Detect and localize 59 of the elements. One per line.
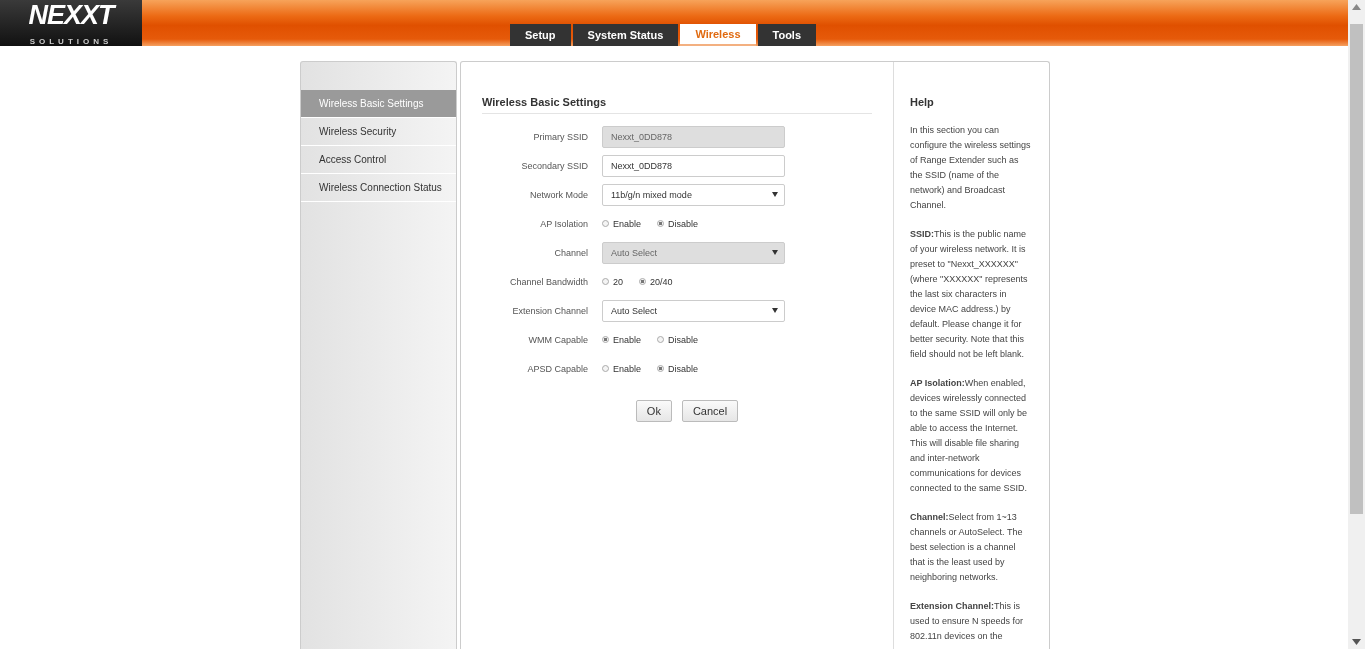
radio-option[interactable]: 20	[602, 276, 623, 287]
scrollbar-thumb[interactable]	[1350, 24, 1363, 514]
radio-label: Enable	[613, 363, 642, 374]
radio-icon[interactable]	[602, 365, 609, 372]
radio-icon[interactable]	[639, 278, 646, 285]
radio-icon[interactable]	[602, 336, 609, 343]
radio-option[interactable]: Enable	[602, 218, 642, 229]
radio-option[interactable]: Disable	[657, 363, 699, 374]
logo-tagline: SOLUTIONS	[29, 37, 113, 46]
field-label: Primary SSID	[532, 131, 588, 142]
caret-icon	[772, 250, 778, 255]
nav-tab[interactable]: Tools	[757, 24, 817, 46]
ok-button[interactable]: Ok	[635, 400, 672, 422]
nav-tab[interactable]: Setup	[510, 24, 571, 46]
cancel-button[interactable]: Cancel	[681, 400, 739, 422]
scroll-up-icon[interactable]	[1352, 4, 1361, 10]
radio-label: 20/40	[650, 276, 673, 287]
sidebar-item[interactable]: Wireless Connection Status	[301, 174, 456, 202]
section-title: Wireless Basic Settings	[482, 96, 872, 114]
radio-label: Disable	[668, 363, 699, 374]
radio-option[interactable]: Enable	[602, 334, 642, 345]
field-label: Channel Bandwidth	[508, 276, 588, 287]
field-label: Network Mode	[528, 189, 588, 200]
radio-option[interactable]: Disable	[657, 218, 699, 229]
help-paragraph: Channel:Select from 1~13 channels or AutoSelect. The best selection is a channel that is the least used by neighboring networks.	[910, 511, 1024, 584]
help-paragraph: Extension Channel:This is used to ensure N speeds for 802.11n devices on the	[910, 600, 1025, 643]
radio-option[interactable]: Enable	[602, 363, 642, 374]
radio-icon[interactable]	[657, 220, 665, 227]
radio-option[interactable]: Disable	[657, 334, 699, 345]
sidebar-item[interactable]: Access Control	[301, 146, 456, 174]
field-label: Extension Channel	[511, 305, 588, 316]
radio-icon[interactable]	[602, 220, 609, 227]
radio-label: Disable	[668, 218, 699, 229]
radio-label: 20	[613, 276, 623, 287]
help-title: Help	[910, 96, 935, 108]
dropdown[interactable]: Auto Select	[602, 299, 785, 322]
radio-option[interactable]: 20/40	[639, 276, 673, 287]
radio-label: Enable	[613, 334, 642, 345]
dropdown[interactable]: 11b/g/n mixed mode	[602, 183, 785, 206]
caret-icon	[772, 192, 778, 197]
radio-icon[interactable]	[602, 278, 609, 285]
caret-icon	[772, 308, 778, 313]
field-label: APSD Capable	[526, 363, 588, 374]
text-field[interactable]: Nexxt_0DD878	[602, 154, 785, 177]
radio-icon[interactable]	[657, 336, 665, 343]
field-label: Channel	[553, 247, 588, 258]
help-paragraph: In this section you can configure the wireless settings of Range Extender such as the SSID (name of the network) and Broadcast Channel.	[910, 124, 1031, 212]
radio-icon[interactable]	[657, 365, 665, 372]
field-label: WMM Capable	[527, 334, 588, 345]
field-label: Secondary SSID	[520, 160, 588, 171]
nav-tab[interactable]: System Status	[572, 24, 679, 46]
field-label: AP Isolation	[539, 218, 588, 229]
scroll-down-icon[interactable]	[1352, 639, 1361, 645]
sidebar-item[interactable]: Wireless Security	[301, 118, 456, 146]
help-paragraph: SSID:This is the public name of your wireless network. It is preset to "Nexxt_XXXXXX" (where "XXXXXX" represents the last six characters in device MAC address.) by default. Please change it for better security. Note that this field should not be left blank.	[910, 228, 1029, 361]
radio-label: Disable	[668, 334, 699, 345]
help-paragraph: AP Isolation:When enabled, devices wirelessly connected to the same SSID will only be able to access the Internet. This will disable file sharing and inter-network communications for devices connected to the same SSID.	[910, 377, 1029, 495]
scrollbar[interactable]	[1348, 0, 1365, 649]
radio-label: Enable	[613, 218, 642, 229]
